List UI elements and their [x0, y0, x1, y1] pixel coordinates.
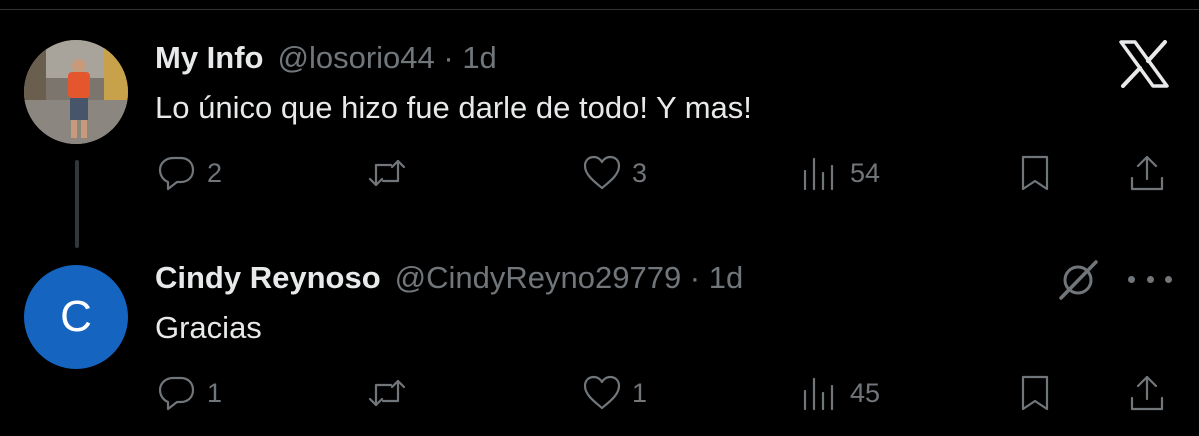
like-button[interactable]: 1: [580, 369, 647, 417]
avatar-cindy-reynoso[interactable]: C: [24, 265, 128, 369]
reply-count: 1: [207, 377, 223, 408]
views-button[interactable]: 45: [798, 369, 880, 417]
repost-icon: [368, 379, 406, 407]
like-button[interactable]: 3: [580, 149, 647, 197]
tweet-header: My Info @losorio44 · 1d: [155, 40, 497, 80]
views-count: 54: [850, 157, 881, 188]
like-count: 3: [632, 157, 648, 188]
avatar-my-info[interactable]: [24, 40, 128, 144]
like-icon: [583, 375, 621, 410]
handle-and-time[interactable]: @CindyReyno29779 · 1d: [395, 260, 744, 296]
bookmark-icon: [1021, 375, 1049, 411]
bookmark-icon: [1021, 155, 1049, 191]
like-icon: [583, 155, 621, 190]
more-dot: [1128, 275, 1135, 283]
tweet-text: Lo único que hizo fue darle de todo! Y m…: [155, 90, 752, 125]
repost-button[interactable]: [365, 369, 417, 417]
repost-icon: [368, 159, 406, 187]
avatar-letter: C: [60, 292, 92, 341]
handle-and-time[interactable]: @losorio44 · 1d: [278, 40, 497, 76]
views-count: 45: [850, 377, 881, 408]
views-button[interactable]: 54: [798, 149, 880, 197]
tweet-header: Cindy Reynoso @CindyReyno29779 · 1d: [155, 260, 743, 300]
avatar-photo: [24, 40, 128, 144]
reply-icon: [158, 156, 195, 191]
reply-button[interactable]: 2: [155, 149, 222, 197]
x-logo-icon: [1118, 40, 1170, 88]
reply-count: 2: [207, 157, 223, 188]
reply-button[interactable]: 1: [155, 369, 222, 417]
top-divider: [0, 0, 1199, 10]
views-icon: [803, 157, 834, 191]
like-count: 1: [632, 377, 648, 408]
display-name[interactable]: My Info: [155, 40, 264, 76]
repost-button[interactable]: [365, 149, 417, 197]
views-icon: [803, 377, 834, 411]
share-button[interactable]: [1125, 369, 1169, 417]
more-dot: [1146, 275, 1154, 283]
more-icon[interactable]: [1128, 268, 1172, 290]
share-icon: [1130, 155, 1164, 191]
share-icon: [1130, 375, 1164, 411]
bookmark-button[interactable]: [1013, 369, 1057, 417]
tweet-actions: 2 3 54: [155, 149, 1175, 197]
bookmark-button[interactable]: [1013, 149, 1057, 197]
grok-icon[interactable]: [1056, 258, 1100, 302]
tweet-actions: 1 1 45: [155, 369, 1175, 417]
display-name[interactable]: Cindy Reynoso: [155, 260, 381, 296]
more-dot: [1165, 275, 1172, 283]
thread-connector: [75, 160, 79, 248]
reply-icon: [158, 376, 195, 411]
share-button[interactable]: [1125, 149, 1169, 197]
tweet-text: Gracias: [155, 310, 262, 345]
